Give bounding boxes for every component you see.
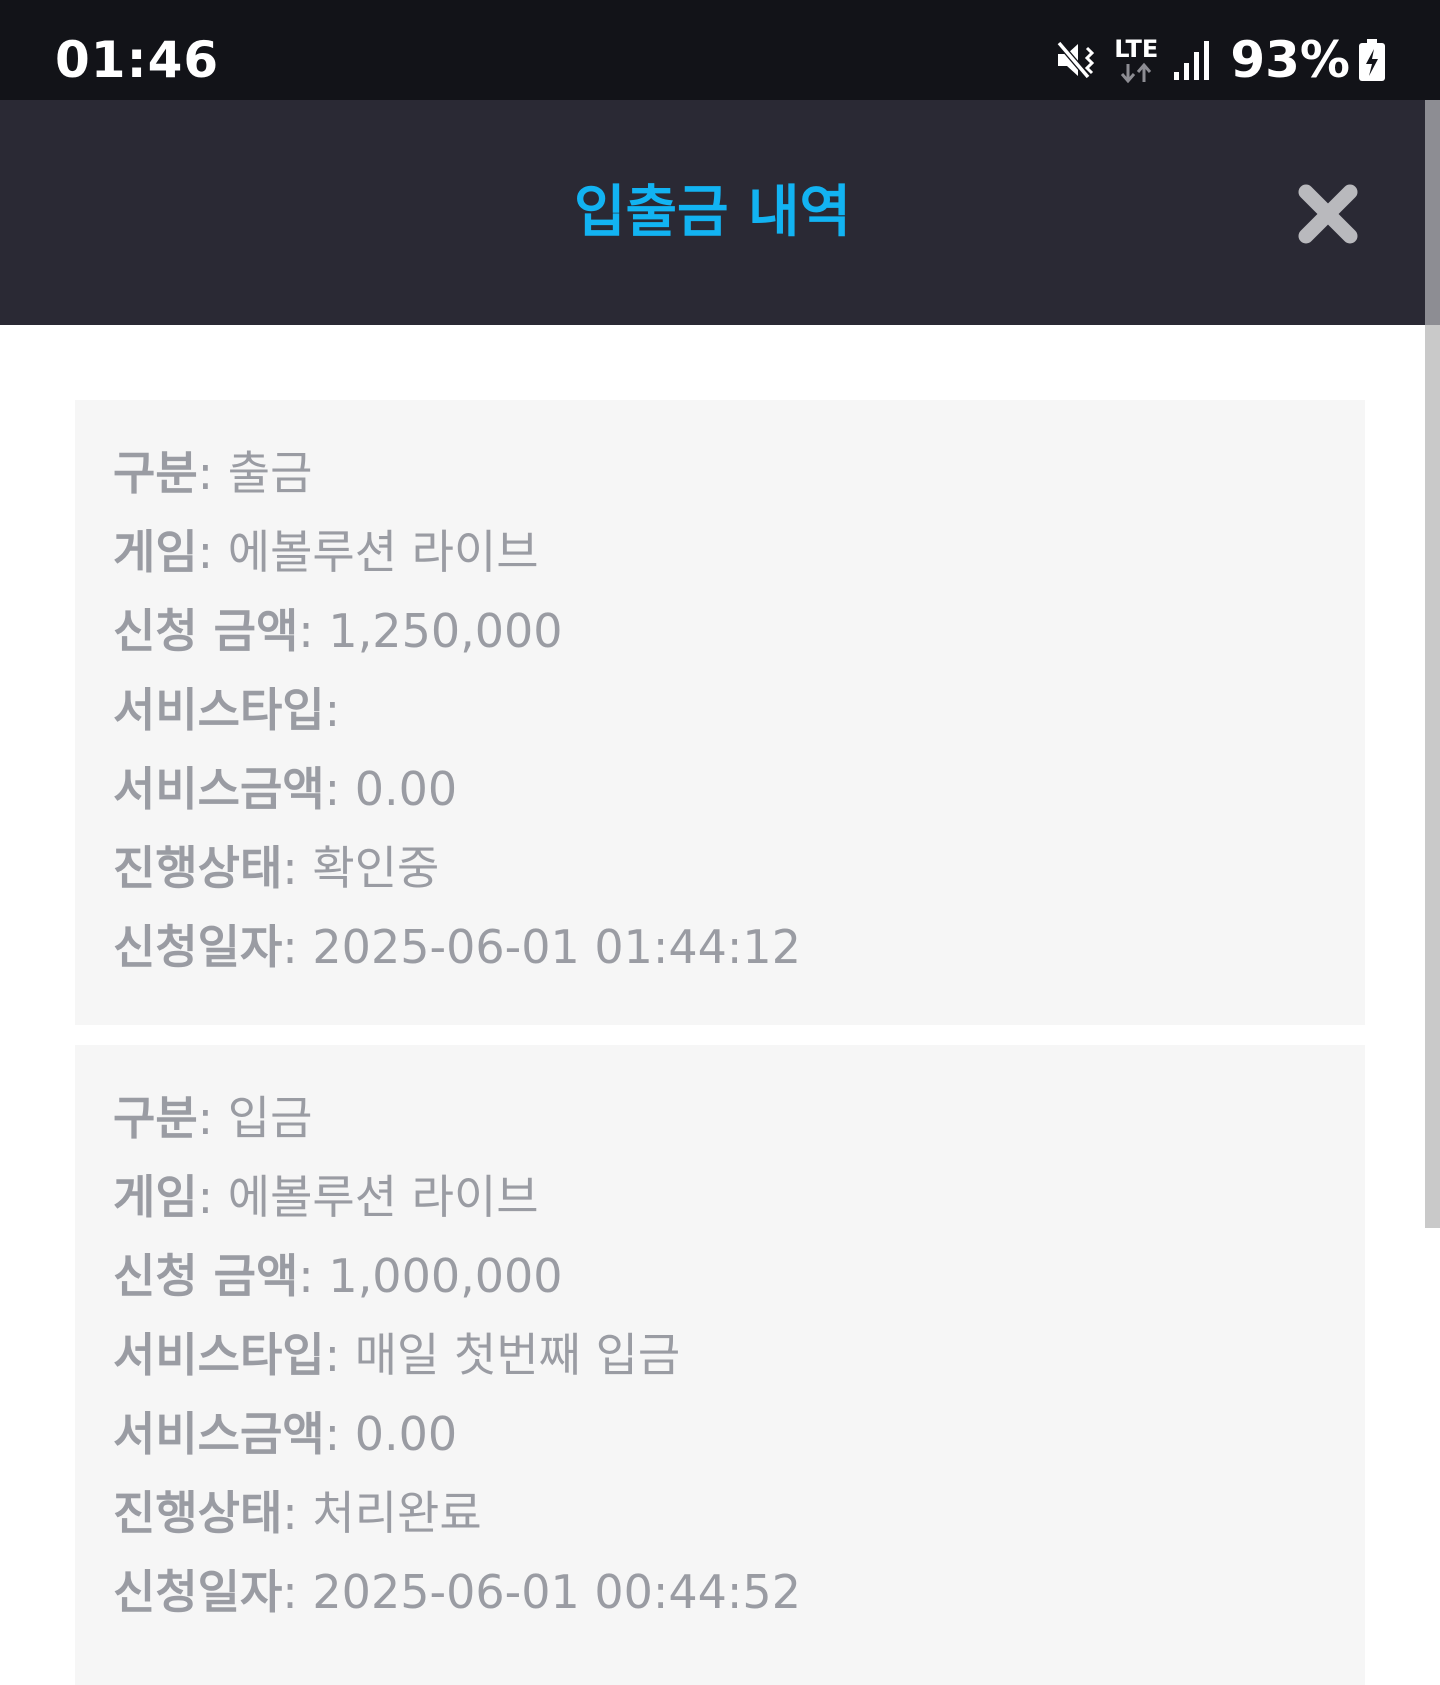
record-field-date: 신청일자: 2025-06-01 01:44:12 — [113, 920, 801, 974]
close-icon[interactable] — [1296, 182, 1360, 246]
battery-percent: 93% — [1230, 31, 1350, 89]
mute-icon — [1054, 37, 1100, 83]
battery-charging-icon — [1358, 39, 1386, 81]
record-field-type: 구분: 입금 — [113, 1091, 313, 1145]
record-field-service-amount: 서비스금액: 0.00 — [113, 762, 458, 816]
network-type: LTE — [1114, 35, 1159, 63]
record-field-date: 신청일자: 2025-06-01 00:44:52 — [113, 1565, 801, 1619]
record-field-game: 게임: 에볼루션 라이브 — [113, 525, 539, 579]
page-title: 입출금 내역 — [573, 180, 852, 245]
status-time: 01:46 — [55, 31, 220, 89]
history-record: 구분: 출금 게임: 에볼루션 라이브 신청 금액: 1,250,000 서비스… — [75, 400, 1365, 1025]
record-field-amount: 신청 금액: 1,000,000 — [113, 1249, 563, 1303]
record-field-amount: 신청 금액: 1,250,000 — [113, 604, 563, 658]
record-field-status: 진행상태: 확인중 — [113, 841, 440, 895]
modal-header: 입출금 내역 — [0, 100, 1425, 325]
status-bar: 01:46 LTE 93% — [0, 0, 1440, 100]
lte-data-icon: LTE — [1114, 36, 1158, 84]
record-field-service-amount: 서비스금액: 0.00 — [113, 1407, 458, 1461]
record-field-game: 게임: 에볼루션 라이브 — [113, 1170, 539, 1224]
scrollbar-track — [1425, 100, 1440, 325]
record-field-service-type: 서비스타입: — [113, 683, 341, 737]
record-field-status: 진행상태: 처리완료 — [113, 1486, 482, 1540]
history-list: 구분: 출금 게임: 에볼루션 라이브 신청 금액: 1,250,000 서비스… — [0, 325, 1425, 1685]
signal-icon — [1172, 38, 1212, 82]
record-field-service-type: 서비스타입: 매일 첫번째 입금 — [113, 1328, 681, 1382]
history-record: 구분: 입금 게임: 에볼루션 라이브 신청 금액: 1,000,000 서비스… — [75, 1045, 1365, 1685]
record-field-type: 구분: 출금 — [113, 446, 313, 500]
status-icons: LTE 93% — [1054, 30, 1386, 90]
close-button[interactable] — [1296, 182, 1360, 246]
